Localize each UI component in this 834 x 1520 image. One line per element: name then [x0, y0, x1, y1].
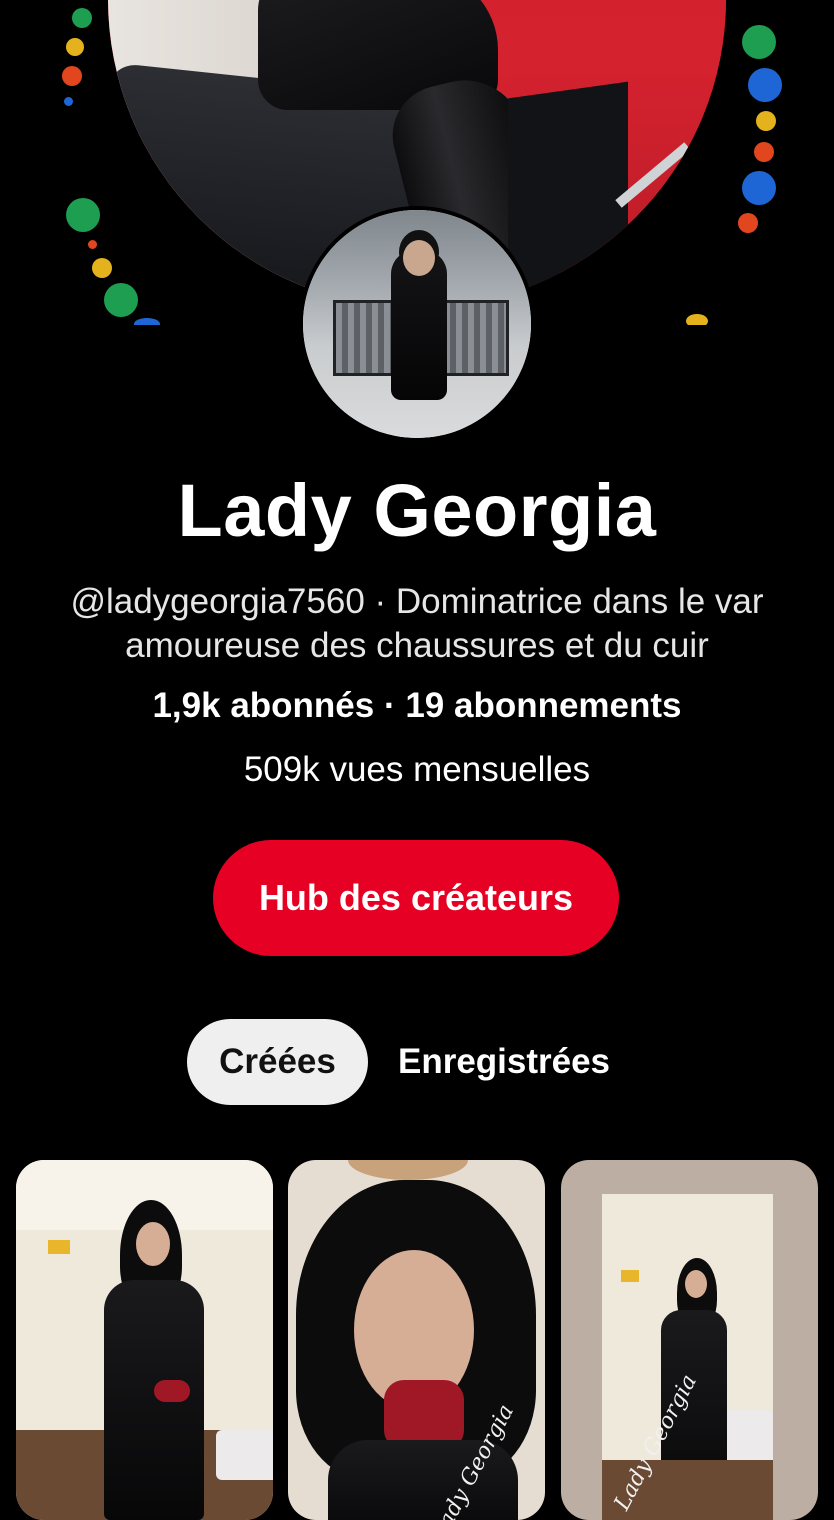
decor-dot [756, 111, 776, 131]
decor-dot [134, 318, 160, 325]
decor-dot [64, 97, 73, 106]
pin-glove [154, 1380, 190, 1402]
pin-card[interactable]: Lady Georgia [288, 1160, 545, 1520]
avatar-head [403, 240, 435, 276]
pin-face [685, 1270, 707, 1298]
decor-dot [686, 314, 708, 325]
decor-dot [742, 171, 776, 205]
decor-dot [742, 25, 776, 59]
profile-bio: @ladygeorgia7560 · Dominatrice dans le v… [70, 582, 764, 665]
monthly-views: 509k vues mensuelles [243, 750, 591, 789]
pin-wall-sign [621, 1270, 639, 1282]
decor-dot [66, 198, 100, 232]
tab-created[interactable]: Créées [187, 1019, 368, 1105]
profile-tabs: Créées Enregistrées [0, 1019, 834, 1105]
decor-dot [748, 68, 782, 102]
pin-wall-sign [48, 1240, 70, 1254]
tab-saved[interactable]: Enregistrées [376, 1019, 632, 1105]
pin-lamp [348, 1160, 468, 1180]
profile-name: Lady Georgia [177, 469, 657, 552]
pin-outfit [104, 1280, 204, 1520]
pin-face [136, 1222, 170, 1266]
avatar-photo [303, 210, 531, 438]
decor-dot [88, 240, 97, 249]
decor-dot [62, 66, 82, 86]
decor-dot [754, 142, 774, 162]
decor-dot [66, 38, 84, 56]
decor-dot [92, 258, 112, 278]
pin-card[interactable]: Lady Georgia [561, 1160, 818, 1520]
pin-bed [216, 1430, 273, 1480]
profile-avatar[interactable] [299, 206, 535, 442]
decor-dot [72, 8, 92, 28]
decor-dot [104, 283, 138, 317]
decor-dot [738, 213, 758, 233]
profile-stats[interactable]: 1,9k abonnés · 19 abonnements [0, 686, 834, 726]
pin-card[interactable] [16, 1160, 273, 1520]
creator-hub-button[interactable]: Hub des créateurs [213, 840, 619, 956]
